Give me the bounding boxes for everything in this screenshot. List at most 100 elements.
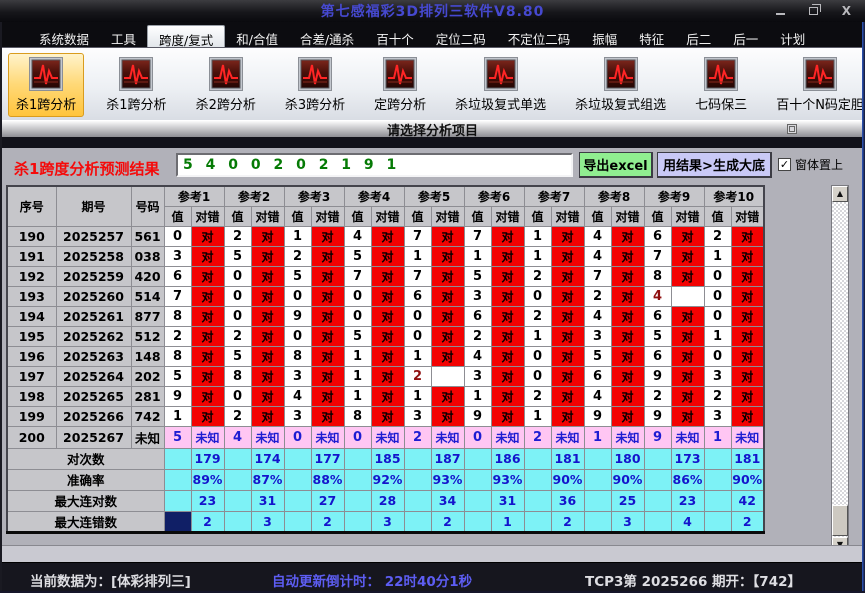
cell-value[interactable]: 5 xyxy=(584,346,611,366)
toolbar-button-9[interactable]: 百十个N码定胆 xyxy=(769,54,865,116)
cell-judge[interactable]: 对 xyxy=(251,366,284,386)
summary-empty-cell[interactable] xyxy=(224,448,251,469)
summary-empty-cell[interactable] xyxy=(584,448,611,469)
cell-judge[interactable]: 未知 xyxy=(671,426,704,448)
cell-judge[interactable]: 对 xyxy=(611,406,644,426)
cell-value[interactable]: 2 xyxy=(524,386,551,406)
summary-empty-cell[interactable] xyxy=(524,448,551,469)
cell-judge[interactable]: 对 xyxy=(551,286,584,306)
cell-judge[interactable]: 对 xyxy=(611,286,644,306)
cell-value[interactable]: 1 xyxy=(464,386,491,406)
summary-value[interactable]: 25 xyxy=(611,490,644,511)
cell-judge[interactable]: 对 xyxy=(491,386,524,406)
cell-judge[interactable]: 对 xyxy=(491,226,524,246)
cell-value[interactable]: 9 xyxy=(644,406,671,426)
cell-value[interactable]: 7 xyxy=(404,226,431,246)
cell-value[interactable]: 0 xyxy=(284,326,311,346)
minimize-button[interactable] xyxy=(776,0,785,22)
cell-value[interactable]: 4 xyxy=(584,306,611,326)
cell-judge[interactable]: 对 xyxy=(191,346,224,366)
cell-judge[interactable]: 对 xyxy=(431,346,464,366)
summary-empty-cell[interactable] xyxy=(164,490,191,511)
summary-value[interactable]: 89% xyxy=(191,469,224,490)
toolbar-button-1[interactable]: 杀1跨分析 xyxy=(8,53,84,117)
cell-judge[interactable]: 对 xyxy=(431,406,464,426)
panel-toggle-icon[interactable] xyxy=(787,124,797,134)
cell-value[interactable]: 1 xyxy=(704,426,731,448)
cell-value[interactable]: 4 xyxy=(584,386,611,406)
cell-judge[interactable]: 对 xyxy=(731,386,764,406)
summary-empty-cell[interactable] xyxy=(704,511,731,532)
summary-empty-cell[interactable] xyxy=(644,448,671,469)
cell-value[interactable]: 7 xyxy=(584,266,611,286)
cell-value[interactable]: 2 xyxy=(524,306,551,326)
cell-judge[interactable]: 对 xyxy=(551,266,584,286)
cell-value[interactable]: 9 xyxy=(284,306,311,326)
menu-item-8[interactable]: 不定位二码 xyxy=(497,25,582,47)
summary-value[interactable]: 174 xyxy=(251,448,284,469)
summary-value[interactable]: 31 xyxy=(491,490,524,511)
cell-value[interactable]: 1 xyxy=(344,386,371,406)
toolbar-button-3[interactable]: 杀2跨分析 xyxy=(189,54,263,116)
cell-judge[interactable]: 对 xyxy=(551,306,584,326)
summary-empty-cell[interactable] xyxy=(344,469,371,490)
cell-value[interactable]: 5 xyxy=(464,266,491,286)
cell-value[interactable]: 1 xyxy=(164,406,191,426)
menu-item-3[interactable]: 跨度/复式 xyxy=(147,25,225,47)
cell-value[interactable]: 2 xyxy=(464,326,491,346)
toolbar-button-5[interactable]: 定跨分析 xyxy=(367,54,433,116)
cell-value[interactable]: 2 xyxy=(224,326,251,346)
cell-value[interactable]: 6 xyxy=(404,286,431,306)
cell-judge[interactable]: 对 xyxy=(371,246,404,266)
cell-judge[interactable]: 对 xyxy=(431,266,464,286)
cell-judge[interactable]: 对 xyxy=(191,386,224,406)
cell-judge[interactable]: 对 xyxy=(671,226,704,246)
summary-empty-cell[interactable] xyxy=(224,469,251,490)
cell-value[interactable]: 5 xyxy=(344,246,371,266)
vertical-scrollbar[interactable]: ▲ ▼ xyxy=(831,185,849,554)
close-button[interactable]: X xyxy=(842,0,851,22)
toolbar-button-6[interactable]: 杀垃圾复式单选 xyxy=(448,54,553,116)
summary-value[interactable]: 36 xyxy=(551,490,584,511)
summary-value[interactable]: 86% xyxy=(671,469,704,490)
cell-value[interactable]: 6 xyxy=(464,306,491,326)
cell-value[interactable]: 9 xyxy=(584,406,611,426)
summary-empty-cell[interactable] xyxy=(704,469,731,490)
cell-judge[interactable]: 对 xyxy=(551,226,584,246)
cell-judge[interactable]: 对 xyxy=(611,226,644,246)
cell-value[interactable]: 7 xyxy=(644,246,671,266)
cell-judge[interactable]: 对 xyxy=(251,286,284,306)
cell-judge[interactable]: 对 xyxy=(311,246,344,266)
summary-value[interactable]: 90% xyxy=(551,469,584,490)
cell-judge[interactable]: 未知 xyxy=(191,426,224,448)
cell-value[interactable]: 3 xyxy=(404,406,431,426)
cell-value[interactable]: 1 xyxy=(404,246,431,266)
summary-value[interactable]: 93% xyxy=(491,469,524,490)
cell-value[interactable]: 0 xyxy=(404,306,431,326)
cell-value[interactable]: 0 xyxy=(224,306,251,326)
selected-cell[interactable] xyxy=(164,511,191,532)
cell-judge[interactable]: 对 xyxy=(371,366,404,386)
cell-value[interactable]: 0 xyxy=(344,426,371,448)
summary-empty-cell[interactable] xyxy=(464,511,491,532)
cell-value[interactable]: 5 xyxy=(224,346,251,366)
cell-value[interactable]: 1 xyxy=(704,246,731,266)
summary-empty-cell[interactable] xyxy=(464,448,491,469)
cell-value[interactable]: 2 xyxy=(404,426,431,448)
summary-value[interactable]: 90% xyxy=(731,469,764,490)
cell-value[interactable]: 4 xyxy=(584,246,611,266)
cell-value[interactable]: 2 xyxy=(164,326,191,346)
summary-value[interactable]: 2 xyxy=(191,511,224,532)
summary-empty-cell[interactable] xyxy=(644,511,671,532)
cell-value[interactable]: 0 xyxy=(344,306,371,326)
cell-value[interactable]: 2 xyxy=(524,266,551,286)
cell-judge[interactable]: 对 xyxy=(491,366,524,386)
cell-value[interactable]: 0 xyxy=(404,326,431,346)
cell-judge[interactable]: 对 xyxy=(191,246,224,266)
cell-judge[interactable]: 对 xyxy=(491,286,524,306)
cell-value[interactable]: 0 xyxy=(284,286,311,306)
summary-value[interactable]: 2 xyxy=(551,511,584,532)
cell-judge[interactable]: 对 xyxy=(731,326,764,346)
cell-value[interactable]: 3 xyxy=(704,406,731,426)
cell-judge[interactable]: 对 xyxy=(431,386,464,406)
